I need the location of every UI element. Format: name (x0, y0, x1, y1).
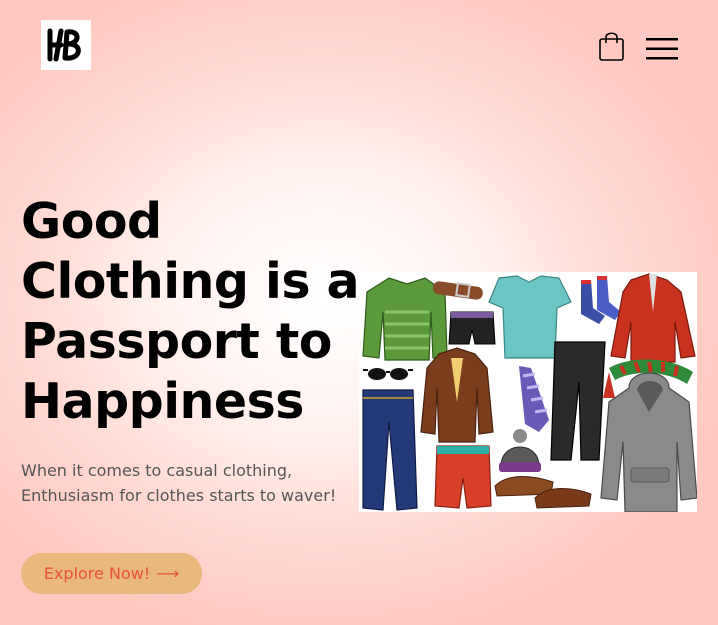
clothing-collage-image (362, 273, 698, 513)
explore-now-label: Explore Now! (43, 564, 151, 583)
clothing-illustration (359, 272, 698, 513)
explore-now-button[interactable]: Explore Now! ⟶ (21, 553, 202, 594)
logo-mark-icon (47, 28, 81, 62)
shopping-bag-icon (599, 32, 624, 61)
hero-headline: Good Clothing is a Passport to Happiness (21, 193, 360, 430)
hero-subtext: When it comes to casual clothing, Enthus… (21, 461, 337, 505)
arrow-right-icon: ⟶ (156, 564, 180, 583)
menu-button[interactable] (646, 37, 678, 61)
hamburger-menu-icon (646, 38, 678, 60)
cart-button[interactable] (597, 30, 627, 62)
brand-logo[interactable] (41, 20, 91, 70)
